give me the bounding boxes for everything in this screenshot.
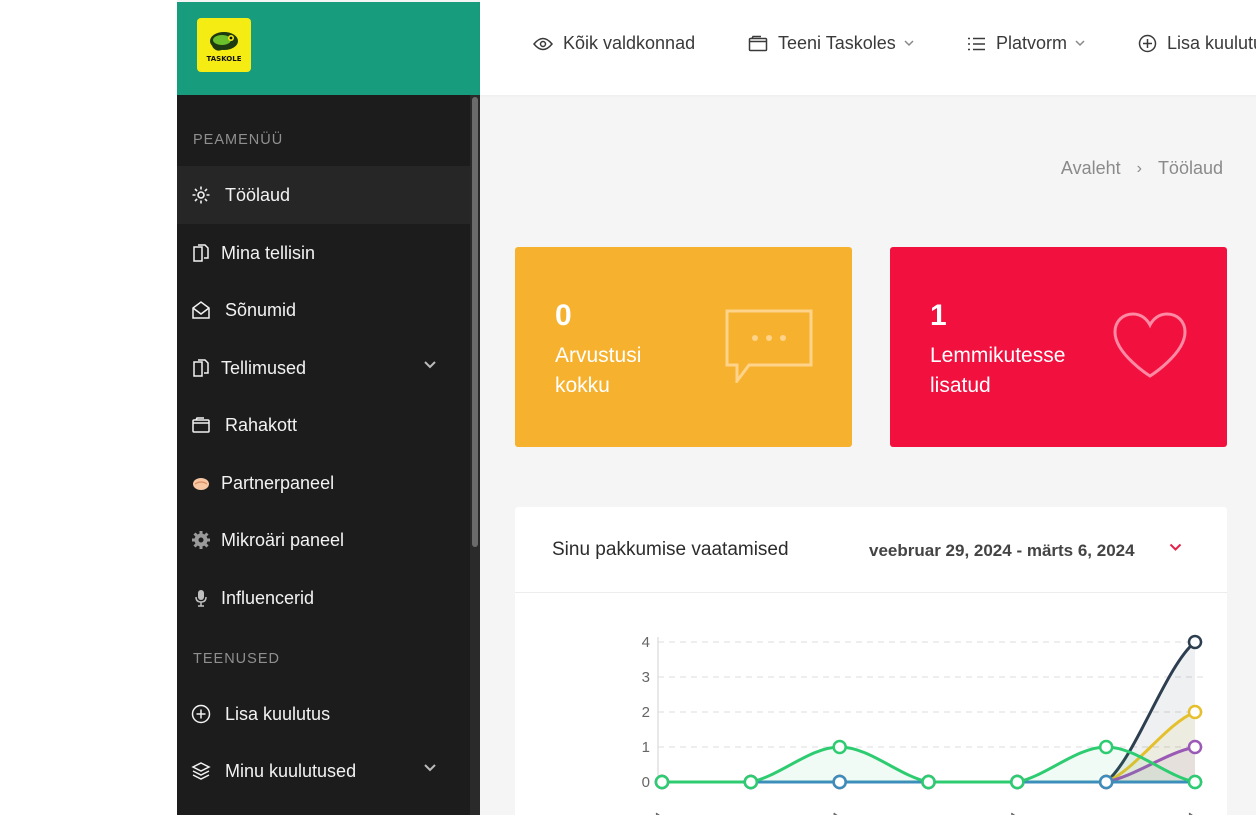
sidebar: PEAMENÜÜ Töölaud Mina tellisin Sõnumid T…: [177, 95, 480, 815]
gear-icon: [191, 185, 211, 205]
sidebar-item-label: Partnerpaneel: [221, 472, 335, 493]
chevron-down-icon[interactable]: [424, 361, 436, 369]
x-tick-label: 2024: [636, 810, 669, 815]
favorites-count: 1: [930, 299, 947, 332]
cog-emoji-icon: [191, 530, 211, 550]
handshake-icon: [191, 473, 211, 493]
sidebar-item-label: Influencerid: [221, 587, 315, 608]
sidebar-item-label: Sõnumid: [225, 299, 297, 320]
documents-icon: [191, 358, 211, 378]
sidebar-item-label: Tellimused: [221, 357, 307, 378]
sidebar-item-label: Töölaud: [225, 184, 291, 205]
sidebar-item-lisa-kuulutus[interactable]: Lisa kuulutus: [177, 685, 470, 743]
scrollbar-thumb[interactable]: [472, 97, 478, 547]
x-tick-label: 2024: [814, 810, 847, 815]
sidebar-item-influencerid[interactable]: Influencerid: [177, 569, 470, 627]
topnav-koik-valdkonnad[interactable]: Kõik valdkonnad: [533, 33, 695, 54]
y-tick-label: 4: [642, 634, 650, 651]
date-range-picker[interactable]: veebruar 29, 2024 - märts 6, 2024: [869, 541, 1135, 561]
app-frame: TASKOLE PEAMENÜÜ Töölaud Mina tellisin S…: [177, 0, 1256, 815]
microphone-icon: [191, 588, 211, 608]
reviews-card: 0 Arvustusi kokku: [515, 247, 852, 447]
data-point: [654, 774, 670, 790]
panel-title: Sinu pakkumise vaatamised: [552, 539, 789, 560]
panel-header: Sinu pakkumise vaatamised veebruar 29, 2…: [515, 507, 1227, 593]
y-tick-label: 0: [642, 774, 650, 791]
sidebar-item-minu-kuulutused[interactable]: Minu kuulutused: [177, 742, 470, 800]
chat-bubble-icon: [725, 309, 813, 383]
list-icon: [968, 37, 985, 50]
sidebar-item-label: Mina tellisin: [221, 242, 316, 263]
data-point: [1187, 774, 1203, 790]
data-point: [1010, 774, 1025, 790]
logo[interactable]: TASKOLE: [197, 18, 251, 72]
layers-icon: [191, 761, 211, 781]
sidebar-item-mina-tellisin[interactable]: Mina tellisin: [177, 224, 470, 282]
favorites-card: 1 Lemmikutesse lisatud: [890, 247, 1227, 447]
section-title-main: PEAMENÜÜ: [193, 132, 284, 148]
chevron-down-icon[interactable]: [424, 764, 436, 772]
reviews-count: 0: [555, 299, 572, 332]
x-tick-label: 2024: [992, 810, 1025, 815]
views-chart: 0 1 2 3 4 2024 2024 2024 2024: [636, 634, 1203, 815]
envelope-open-icon: [191, 300, 211, 320]
chevron-down-icon: [1075, 40, 1085, 47]
chevron-down-icon[interactable]: [1169, 543, 1182, 552]
topnav-lisa-kuulutus[interactable]: Lisa kuulutus: [1138, 33, 1256, 54]
y-tick-label: 2: [642, 704, 650, 721]
chevron-down-icon: [904, 40, 914, 47]
y-tick-label: 3: [642, 669, 650, 686]
x-tick-label: 2024: [1169, 810, 1202, 815]
topnav-label: Platvorm: [996, 33, 1068, 53]
reviews-label: Arvustusi kokku: [555, 344, 642, 397]
sidebar-item-partnerpaneel[interactable]: Partnerpaneel: [177, 454, 470, 512]
sidebar-item-label: Lisa kuulutus: [225, 703, 331, 724]
sidebar-item-rahakott[interactable]: Rahakott: [177, 396, 470, 454]
documents-icon: [191, 243, 211, 263]
topnav-label: Lisa kuulutus: [1167, 33, 1256, 53]
wallet-icon: [191, 415, 211, 435]
wallet-icon: [748, 35, 768, 52]
sidebar-item-mikroari-paneel[interactable]: Mikroäri paneel: [177, 511, 470, 569]
topnav-platvorm[interactable]: Platvorm: [967, 33, 1095, 54]
data-point: [1187, 739, 1203, 755]
chameleon-icon: [210, 31, 238, 51]
data-point: [1187, 704, 1203, 720]
y-tick-label: 1: [642, 739, 650, 756]
sidebar-item-label: Mikroäri paneel: [221, 529, 345, 550]
plus-circle-icon: [1138, 34, 1157, 53]
data-point: [1187, 634, 1203, 650]
favorites-label: Lemmikutesse lisatud: [930, 344, 1066, 397]
logo-bar: TASKOLE: [177, 2, 480, 95]
topnav-label: Kõik valdkonnad: [563, 33, 696, 53]
sidebar-item-label: Rahakott: [225, 414, 298, 435]
breadcrumb-current: Töölaud: [1157, 158, 1223, 178]
sidebar-scrollbar[interactable]: [470, 95, 480, 815]
data-point: [743, 774, 759, 790]
sidebar-item-toolaud[interactable]: Töölaud: [177, 166, 470, 224]
eye-icon: [533, 37, 553, 50]
data-point: [1098, 739, 1114, 755]
sidebar-item-sonumid[interactable]: Sõnumid: [177, 281, 470, 339]
logo-text: TASKOLE: [206, 54, 242, 63]
views-chart-panel: Sinu pakkumise vaatamised veebruar 29, 2…: [515, 507, 1227, 815]
breadcrumb-home[interactable]: Avaleht: [1061, 158, 1121, 179]
topbar: Kõik valdkonnad Teeni Taskoles Platvorm …: [480, 0, 1256, 95]
sidebar-item-tellimused[interactable]: Tellimused: [177, 339, 470, 397]
data-point: [832, 739, 847, 755]
section-title-services: TEENUSED: [193, 651, 280, 667]
plus-circle-icon: [191, 704, 211, 724]
data-point: [1098, 774, 1114, 790]
heart-icon: [1113, 312, 1187, 378]
breadcrumb: Avaleht › Töölaud: [1061, 158, 1223, 179]
data-point: [832, 774, 847, 790]
data-point: [921, 774, 936, 790]
topnav-label: Teeni Taskoles: [778, 33, 896, 53]
sidebar-item-label: Minu kuulutused: [225, 760, 357, 781]
chevron-right-icon: ›: [1136, 159, 1142, 177]
topnav-teeni-taskoles[interactable]: Teeni Taskoles: [748, 33, 924, 54]
